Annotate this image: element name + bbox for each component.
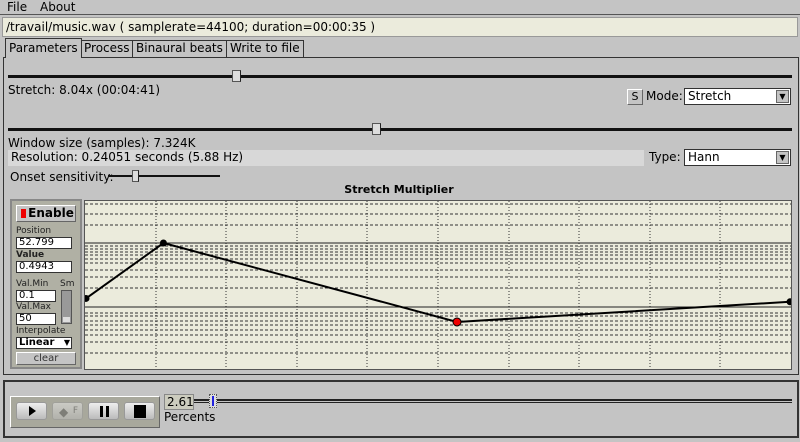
envelope-point <box>786 298 794 306</box>
sm-label: Sm <box>60 279 75 289</box>
envelope-point-selected <box>452 317 462 327</box>
pause-button[interactable] <box>88 402 119 420</box>
envelope-point <box>159 239 167 247</box>
window-size-label: Window size (samples): 7.324K <box>8 136 196 150</box>
resolution-display: Resolution: 0.24051 seconds (5.88 Hz) <box>8 150 644 166</box>
window-size-slider-thumb[interactable] <box>372 123 381 135</box>
onset-label: Onset sensitivity: <box>10 170 114 184</box>
s-button[interactable]: S <box>627 89 643 105</box>
onset-slider-thumb[interactable] <box>132 170 139 182</box>
menu-bar: File About <box>0 0 800 15</box>
stretch-multiplier-graph[interactable] <box>82 200 794 370</box>
chevron-down-icon: ▼ <box>63 338 70 347</box>
valmin-label: Val.Min <box>16 279 49 289</box>
tab-parameters[interactable]: Parameters <box>5 38 82 58</box>
stretch-label: Stretch: 8.04x (00:04:41) <box>8 83 161 97</box>
position-marker <box>212 396 214 406</box>
value-field[interactable]: 0.4943 <box>16 261 72 273</box>
tab-write-to-file[interactable]: Write to file <box>226 40 304 57</box>
position-slider[interactable] <box>194 399 792 403</box>
pause-icon <box>100 406 109 417</box>
type-label: Type: <box>649 150 681 164</box>
stretch-slider-thumb[interactable] <box>232 70 241 82</box>
forward-icon: ◆ <box>59 405 69 419</box>
menu-about[interactable]: About <box>40 0 75 14</box>
envelope-point <box>82 294 90 302</box>
enable-indicator-icon <box>21 209 26 218</box>
position-label: Position <box>16 226 52 236</box>
stop-icon <box>134 405 146 418</box>
player-controls: ◆ F <box>10 396 160 428</box>
position-field[interactable]: 52.799 <box>16 237 72 249</box>
smooth-slider-thumb[interactable] <box>63 317 70 322</box>
valmax-label: Val.Max <box>16 302 51 312</box>
chevron-down-icon: ▼ <box>776 151 789 164</box>
percents-label: Percents <box>164 410 216 424</box>
type-select[interactable]: Hann ▼ <box>684 149 791 166</box>
interpolate-select[interactable]: Linear ▼ <box>16 337 72 349</box>
valmax-field[interactable]: 50 <box>16 313 56 325</box>
position-slider-thumb[interactable] <box>209 394 217 408</box>
mode-value: Stretch <box>688 89 732 103</box>
value-label: Value <box>16 250 45 260</box>
mode-label: Mode: <box>646 89 683 103</box>
play-button[interactable] <box>16 402 47 420</box>
interpolate-label: Interpolate <box>16 326 66 336</box>
window-size-slider[interactable] <box>8 128 792 131</box>
play-icon <box>29 406 36 416</box>
percent-value: 2.61 <box>164 394 194 410</box>
smooth-slider[interactable] <box>61 290 72 324</box>
stretch-slider[interactable] <box>8 75 792 78</box>
tab-process[interactable]: Process <box>80 40 134 57</box>
tab-binaural-beats[interactable]: Binaural beats <box>132 40 227 57</box>
envelope-controls: Enable Position 52.799 Value 0.4943 Val.… <box>10 199 82 369</box>
forward-label: F <box>72 406 78 416</box>
enable-button[interactable]: Enable <box>16 205 76 222</box>
onset-slider[interactable] <box>108 175 220 177</box>
menu-file[interactable]: File <box>7 0 27 14</box>
chevron-down-icon: ▼ <box>776 90 789 103</box>
graph-title: Stretch Multiplier <box>344 183 454 196</box>
enable-label: Enable <box>28 206 74 220</box>
file-info: /travail/music.wav ( samplerate=44100; d… <box>2 17 798 37</box>
envelope-plot[interactable] <box>82 201 794 369</box>
stop-button[interactable] <box>124 402 155 420</box>
type-value: Hann <box>688 150 720 164</box>
mode-select[interactable]: Stretch ▼ <box>684 88 791 105</box>
clear-button[interactable]: clear <box>16 352 76 365</box>
valmin-field[interactable]: 0.1 <box>16 290 56 302</box>
forward-button[interactable]: ◆ F <box>52 402 83 420</box>
interpolate-value: Linear <box>19 337 55 348</box>
